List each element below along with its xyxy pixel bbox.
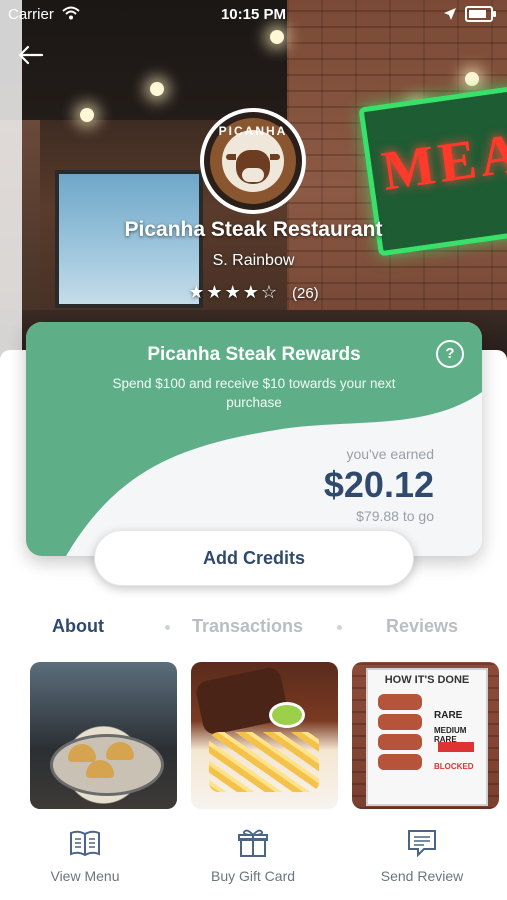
status-icons	[443, 6, 496, 22]
poster-title: HOW IT'S DONE	[384, 674, 470, 686]
help-icon[interactable]: ?	[436, 340, 464, 368]
poster-blocked: BLOCKED	[434, 762, 474, 771]
restaurant-name: Picanha Steak Restaurant	[124, 218, 383, 241]
rewards-subtitle: Spend $100 and receive $10 towards your …	[112, 376, 396, 410]
ceiling-light	[80, 108, 94, 122]
send-review-button[interactable]: Send Review	[347, 828, 497, 884]
neon-sign-text: MEAT	[378, 116, 507, 203]
tab-separator	[337, 625, 342, 630]
photo-steak-fries[interactable]	[191, 662, 338, 809]
back-arrow-icon	[18, 45, 44, 65]
earned-amount: $20.12	[323, 464, 434, 505]
earned-label: you've earned	[346, 446, 434, 462]
restaurant-logo: PICANHA	[200, 108, 306, 214]
buy-gift-card-button[interactable]: Buy Gift Card	[178, 828, 328, 884]
tab-transactions[interactable]: Transactions	[192, 616, 303, 637]
tab-about[interactable]: About	[52, 616, 104, 637]
ceiling-light	[465, 72, 479, 86]
rewards-card: Picanha Steak Rewards Spend $100 and rec…	[26, 322, 482, 556]
photo-tacos[interactable]	[30, 662, 177, 809]
back-button[interactable]	[14, 38, 48, 72]
action-bar: View Menu Buy Gift Card Send Review	[0, 828, 507, 898]
review-icon	[408, 830, 436, 858]
tab-bar: About Transactions Reviews	[0, 616, 507, 640]
wifi-icon	[62, 6, 80, 20]
tab-separator	[165, 625, 170, 630]
ceiling-light	[150, 82, 164, 96]
tab-reviews[interactable]: Reviews	[386, 616, 458, 637]
logo-text: PICANHA	[218, 124, 288, 138]
add-credits-button[interactable]: Add Credits	[94, 530, 414, 586]
location-arrow-icon	[444, 8, 456, 20]
poster-rare: RARE	[434, 710, 463, 721]
send-review-label: Send Review	[380, 868, 464, 884]
gift-icon	[238, 829, 268, 857]
status-bar: Carrier 10:15 PM	[0, 0, 507, 28]
photo-doneness-poster[interactable]: HOW IT'S DONE RARE MEDIUM RARE BLOCKED	[352, 662, 499, 809]
buy-gift-card-label: Buy Gift Card	[210, 868, 296, 884]
rating-row[interactable]: ★★★★☆ (26)	[0, 282, 507, 303]
rating-count: (26)	[292, 285, 319, 302]
view-menu-button[interactable]: View Menu	[10, 828, 160, 884]
view-menu-label: View Menu	[50, 868, 120, 884]
battery-icon	[465, 6, 496, 22]
amount-to-go: $79.88 to go	[356, 508, 434, 524]
restaurant-location: S. Rainbow	[212, 252, 295, 269]
star-rating: ★★★★☆	[188, 282, 279, 302]
ceiling-light	[270, 30, 284, 44]
book-icon	[70, 830, 100, 857]
rewards-title: Picanha Steak Rewards	[147, 344, 361, 365]
